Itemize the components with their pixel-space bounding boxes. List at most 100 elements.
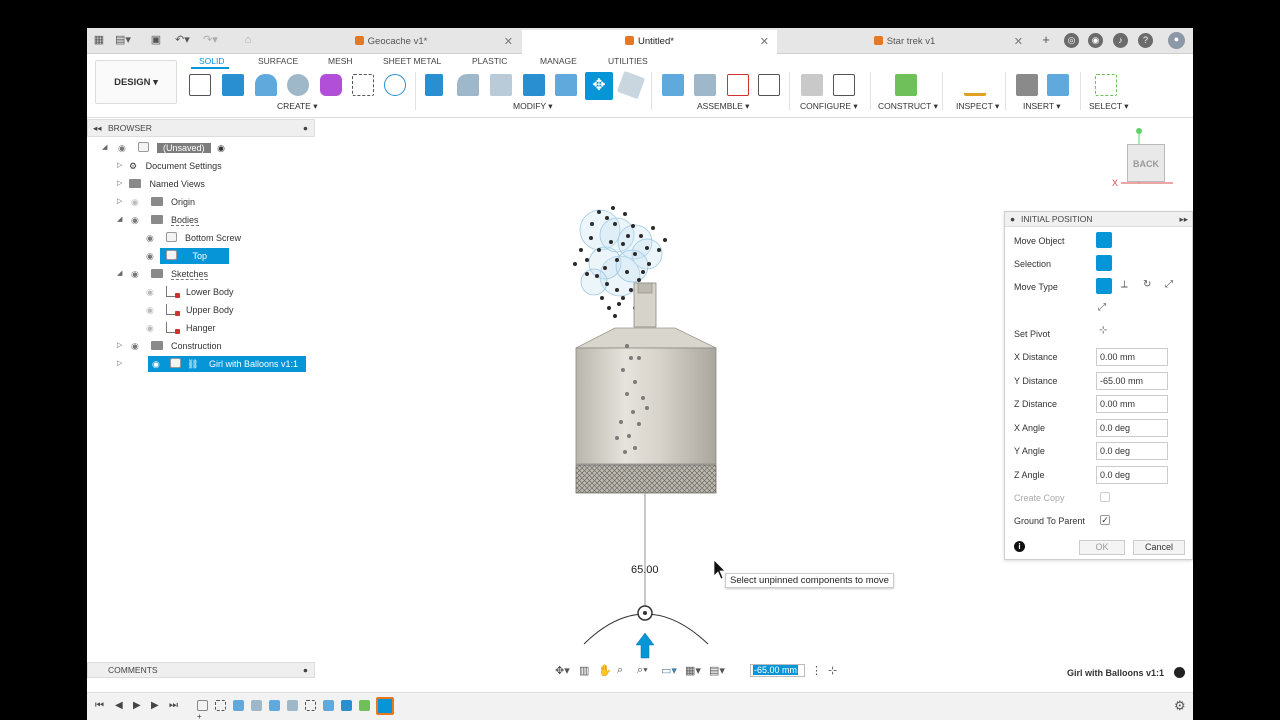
create-menu[interactable]: CREATE ▾ xyxy=(277,101,317,112)
visibility-eye-icon[interactable]: ◉ xyxy=(118,140,129,156)
orbit-icon[interactable]: ✥▾ xyxy=(555,664,570,677)
dialog-header[interactable]: ● INITIAL POSITION ▸▸ xyxy=(1005,212,1192,227)
visibility-eye-icon[interactable]: ◉ xyxy=(146,248,157,264)
go-to-start-icon[interactable]: ⏮ xyxy=(95,700,104,711)
configuration-table-icon[interactable] xyxy=(833,74,855,96)
step-back-icon[interactable]: ◀ xyxy=(115,700,123,711)
play-icon[interactable]: ▶ xyxy=(133,700,141,711)
combine-icon[interactable] xyxy=(523,74,545,96)
viewcube[interactable]: BACK xyxy=(1127,144,1165,182)
step-forward-icon[interactable]: ▶ xyxy=(151,700,159,711)
more-options-icon[interactable]: ⋮ xyxy=(811,664,822,677)
expand-icon[interactable]: ▷ xyxy=(117,356,122,372)
tree-sketches[interactable]: ◢ ◉ Sketches xyxy=(117,266,209,282)
timeline-feature[interactable] xyxy=(269,700,280,711)
pattern-icon[interactable] xyxy=(352,74,374,96)
active-radio-icon[interactable]: ◉ xyxy=(217,143,225,153)
tree-body-bottom-screw[interactable]: ◉ Bottom Screw xyxy=(146,230,241,246)
info-icon[interactable]: i xyxy=(1014,541,1025,552)
x-angle-input[interactable]: 0.0 deg xyxy=(1096,419,1168,437)
visibility-eye-icon[interactable]: ◉ xyxy=(131,338,142,354)
select-menu[interactable]: SELECT ▾ xyxy=(1089,101,1129,112)
tab-mesh[interactable]: MESH xyxy=(328,56,353,66)
rotate-icon[interactable]: ↻ xyxy=(1143,279,1151,290)
viewports-icon[interactable]: ▤▾ xyxy=(709,664,725,677)
go-to-end-icon[interactable]: ⏭ xyxy=(169,700,178,711)
selection-cursor-button[interactable] xyxy=(1096,255,1112,271)
visibility-eye-icon[interactable]: ◉ xyxy=(152,356,163,372)
new-component-icon[interactable] xyxy=(662,74,684,96)
shell-icon[interactable] xyxy=(490,74,512,96)
pan-icon[interactable]: ✋ xyxy=(598,664,612,677)
insert-menu[interactable]: INSERT ▾ xyxy=(1023,101,1061,112)
tree-bodies[interactable]: ◢ ◉ Bodies xyxy=(117,212,199,228)
dimension-value[interactable]: 65.00 xyxy=(631,564,659,576)
tree-sketch-lower-body[interactable]: ◉ Lower Body xyxy=(146,284,234,300)
tab-plastic[interactable]: PLASTIC xyxy=(472,56,507,66)
component-status-icon[interactable] xyxy=(1174,667,1185,678)
measure-icon[interactable] xyxy=(964,74,986,96)
tree-component-girl-with-balloons[interactable]: ▷ ◉ ⛓ Girl with Balloons v1:1 xyxy=(117,356,307,372)
tab-surface[interactable]: SURFACE xyxy=(258,56,298,66)
insert-canvas-icon[interactable] xyxy=(1047,74,1069,96)
timeline-feature[interactable] xyxy=(197,700,208,711)
visibility-eye-icon[interactable]: ◉ xyxy=(131,212,142,228)
point-to-position-icon[interactable]: ⤢ xyxy=(1098,302,1106,313)
press-pull-icon[interactable] xyxy=(425,74,443,96)
visibility-eye-icon[interactable]: ◉ xyxy=(131,194,142,210)
new-tab-icon[interactable]: + xyxy=(1039,33,1053,47)
joint-origin-icon[interactable] xyxy=(758,74,780,96)
tree-document-settings[interactable]: ▷ ⚙ Document Settings xyxy=(117,158,222,174)
tree-named-views[interactable]: ▷ Named Views xyxy=(117,176,205,192)
close-tab-icon[interactable]: ✕ xyxy=(504,30,513,54)
file-icon[interactable]: ▤▾ xyxy=(115,33,131,47)
configure-icon[interactable] xyxy=(801,74,823,96)
expand-icon[interactable]: ▷ xyxy=(117,158,122,174)
set-pivot-nav-icon[interactable]: ⊹ xyxy=(828,664,837,677)
timeline-feature[interactable] xyxy=(341,700,352,711)
timeline-plane[interactable] xyxy=(359,700,370,711)
ground-to-parent-checkbox[interactable]: ✓ xyxy=(1100,515,1110,525)
scale-icon[interactable] xyxy=(555,74,577,96)
fillet-icon[interactable] xyxy=(457,74,479,96)
form-icon[interactable] xyxy=(320,74,342,96)
split-body-icon[interactable] xyxy=(616,70,646,100)
insert-derive-icon[interactable] xyxy=(1016,74,1038,96)
tab-utilities[interactable]: UTILITIES xyxy=(608,56,648,66)
undo-icon[interactable]: ↶▾ xyxy=(175,33,190,47)
timeline-feature[interactable] xyxy=(323,700,334,711)
timeline-sketch[interactable] xyxy=(305,700,316,711)
tab-untitled[interactable]: Untitled* ✕ xyxy=(522,30,777,54)
tab-star-trek[interactable]: Star trek v1 ✕ xyxy=(778,30,1031,54)
free-move-icon[interactable] xyxy=(1096,278,1112,294)
close-tab-icon[interactable]: ✕ xyxy=(1014,30,1023,54)
tree-sketch-hanger[interactable]: ◉ Hanger xyxy=(146,320,216,336)
collapse-panel-icon[interactable]: ◂◂ xyxy=(93,120,102,136)
browser-header[interactable]: ◂◂ BROWSER ● xyxy=(87,119,315,137)
save-icon[interactable]: ▣ xyxy=(149,33,163,47)
configure-menu[interactable]: CONFIGURE ▾ xyxy=(800,101,858,112)
online-status-icon[interactable]: ◉ xyxy=(1088,33,1103,48)
fit-icon[interactable]: ⌕▾ xyxy=(637,664,648,677)
inspect-menu[interactable]: INSPECT ▾ xyxy=(956,101,999,112)
collapse-icon[interactable]: ◢ xyxy=(117,266,122,282)
user-avatar[interactable]: ● xyxy=(1168,32,1185,49)
timeline-sketch[interactable] xyxy=(215,700,226,711)
z-distance-input[interactable]: 0.00 mm xyxy=(1096,395,1168,413)
pin-panel-icon[interactable]: ● xyxy=(303,120,308,136)
visibility-eye-icon[interactable]: ◉ xyxy=(146,284,157,300)
timeline-feature[interactable] xyxy=(251,700,262,711)
workspace-switcher[interactable]: DESIGN ▾ xyxy=(95,60,177,104)
help-icon[interactable]: ? xyxy=(1138,33,1153,48)
tree-origin[interactable]: ▷ ◉ Origin xyxy=(117,194,195,210)
display-settings-icon[interactable]: ▭▾ xyxy=(661,664,677,677)
tree-sketch-upper-body[interactable]: ◉ Upper Body xyxy=(146,302,234,318)
select-window-icon[interactable] xyxy=(1095,74,1117,96)
point-to-point-icon[interactable]: ⤢ xyxy=(1165,279,1173,290)
zoom-icon[interactable]: ⌕ xyxy=(617,664,623,677)
tab-sheet-metal[interactable]: SHEET METAL xyxy=(383,56,441,66)
offset-plane-icon[interactable] xyxy=(895,74,917,96)
collapse-icon[interactable]: ◢ xyxy=(117,212,122,228)
move-copy-icon[interactable]: ✥ xyxy=(585,72,613,100)
expand-icon[interactable]: ▷ xyxy=(117,338,122,354)
